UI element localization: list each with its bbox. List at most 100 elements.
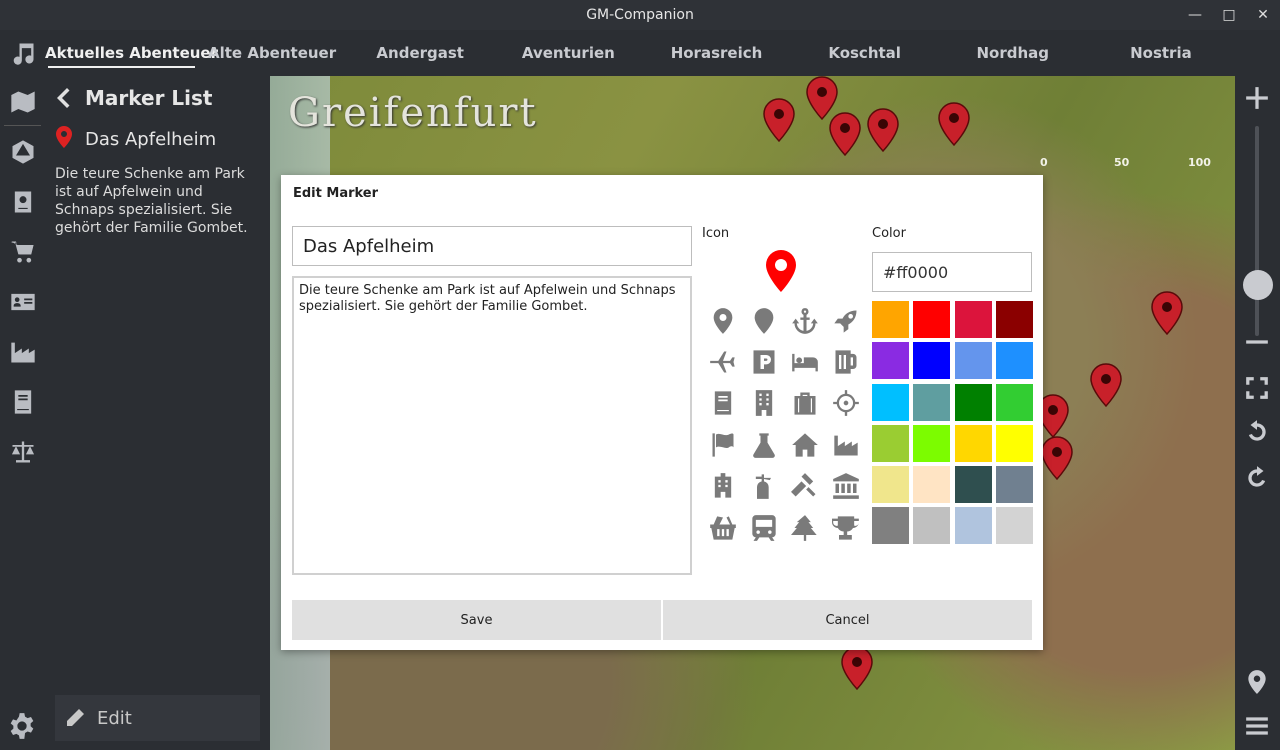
close-button[interactable]: ✕: [1246, 0, 1280, 30]
color-swatch[interactable]: [954, 301, 992, 338]
zoom-out-icon[interactable]: [1243, 328, 1271, 356]
id-card-icon[interactable]: [7, 286, 39, 318]
save-button[interactable]: Save: [292, 600, 661, 640]
book-icon[interactable]: [702, 383, 743, 424]
color-swatch[interactable]: [995, 466, 1033, 504]
tab-koschtal[interactable]: Koschtal: [791, 30, 939, 76]
tab-aventurien[interactable]: Aventurien: [494, 30, 642, 76]
tab-alte-abenteuer[interactable]: Alte Abenteuer: [198, 30, 346, 76]
color-swatch[interactable]: [872, 383, 909, 421]
color-swatch[interactable]: [954, 466, 992, 504]
color-swatch[interactable]: [913, 342, 951, 380]
flag-icon[interactable]: [702, 424, 743, 465]
university-icon[interactable]: [825, 466, 866, 507]
color-swatch[interactable]: [913, 301, 951, 338]
tab-andergast[interactable]: Andergast: [346, 30, 494, 76]
balance-icon[interactable]: [7, 436, 39, 468]
dice-icon[interactable]: [7, 136, 39, 168]
map-marker[interactable]: [1150, 291, 1184, 336]
flask-icon[interactable]: [743, 424, 784, 465]
color-swatch[interactable]: [913, 466, 951, 504]
color-swatch[interactable]: [954, 424, 992, 462]
color-swatch[interactable]: [872, 507, 909, 545]
industry-icon[interactable]: [825, 424, 866, 465]
color-swatch[interactable]: [954, 507, 992, 545]
color-swatch[interactable]: [995, 383, 1033, 421]
color-swatch[interactable]: [995, 424, 1033, 462]
tab-nostria[interactable]: Nostria: [1087, 30, 1235, 76]
back-arrow-icon[interactable]: [55, 84, 75, 112]
map-scale: 0 50 100: [1040, 156, 1211, 169]
scale-tick: 100: [1188, 156, 1211, 169]
cancel-button[interactable]: Cancel: [663, 600, 1032, 640]
map-marker[interactable]: [1089, 363, 1123, 408]
minimize-button[interactable]: —: [1178, 0, 1212, 30]
settings-gear-icon[interactable]: [8, 712, 36, 740]
map-marker-icon: [55, 126, 73, 152]
map-marker[interactable]: [1040, 436, 1074, 481]
marker-list-item[interactable]: Das Apfelheim: [55, 126, 216, 152]
marker-description-textarea[interactable]: Die teure Schenke am Park ist auf Apfelw…: [292, 276, 692, 575]
parking-icon[interactable]: [743, 341, 784, 382]
crosshairs-icon[interactable]: [825, 383, 866, 424]
map-marker[interactable]: [840, 646, 874, 691]
factory-icon[interactable]: [7, 336, 39, 368]
color-swatch[interactable]: [995, 342, 1033, 380]
book-icon[interactable]: [7, 386, 39, 418]
color-swatch[interactable]: [995, 507, 1033, 545]
tree-icon[interactable]: [784, 507, 825, 548]
tab-aktuelles-abenteuer[interactable]: Aktuelles Abenteuer: [45, 30, 218, 76]
gavel-icon[interactable]: [784, 466, 825, 507]
tab-horasreich[interactable]: Horasreich: [642, 30, 790, 76]
building-icon[interactable]: [743, 383, 784, 424]
edit-button[interactable]: Edit: [55, 695, 260, 741]
trophy-icon[interactable]: [825, 507, 866, 548]
rotate-left-icon[interactable]: [1243, 418, 1271, 446]
marker-icon[interactable]: [743, 300, 784, 341]
color-swatch[interactable]: [872, 424, 909, 462]
rotate-right-icon[interactable]: [1243, 464, 1271, 492]
zoom-slider-track[interactable]: [1255, 126, 1259, 336]
color-swatch[interactable]: [954, 383, 992, 421]
maximize-button[interactable]: □: [1212, 0, 1246, 30]
map-marker[interactable]: [828, 112, 862, 157]
menu-icon[interactable]: [1243, 712, 1271, 740]
marker-sidebar: Marker List Das Apfelheim Die teure Sche…: [45, 76, 270, 750]
color-swatch[interactable]: [872, 342, 909, 380]
color-swatch[interactable]: [872, 466, 909, 504]
character-icon[interactable]: [7, 186, 39, 218]
location-pin-icon[interactable]: [702, 300, 743, 341]
tab-nordhag[interactable]: Nordhag: [939, 30, 1087, 76]
icon-grid: [702, 300, 866, 548]
plane-icon[interactable]: [702, 341, 743, 382]
subway-icon[interactable]: [743, 507, 784, 548]
fit-screen-icon[interactable]: [1243, 374, 1271, 402]
shopping-basket-icon[interactable]: [702, 507, 743, 548]
map-marker[interactable]: [866, 108, 900, 153]
home-icon[interactable]: [784, 424, 825, 465]
tab-bar: Aktuelles Abenteuer Alte Abenteuer Ander…: [45, 30, 1235, 76]
color-swatch[interactable]: [872, 301, 909, 338]
hotel-icon[interactable]: [702, 466, 743, 507]
marker-tool-icon[interactable]: [1243, 668, 1271, 696]
map-marker[interactable]: [937, 102, 971, 147]
map-marker[interactable]: [762, 98, 796, 143]
shop-icon[interactable]: [7, 236, 39, 268]
zoom-slider-handle[interactable]: [1243, 270, 1273, 300]
color-swatch[interactable]: [954, 342, 992, 380]
color-swatch[interactable]: [913, 383, 951, 421]
color-hex-input[interactable]: [872, 252, 1032, 292]
suitcase-icon[interactable]: [784, 383, 825, 424]
color-swatch[interactable]: [913, 424, 951, 462]
color-swatch[interactable]: [995, 301, 1033, 338]
marker-name-input[interactable]: [292, 226, 692, 266]
anchor-icon[interactable]: [784, 300, 825, 341]
zoom-in-icon[interactable]: [1243, 84, 1271, 112]
fire-extinguisher-icon[interactable]: [743, 466, 784, 507]
music-icon[interactable]: [7, 38, 39, 70]
map-icon[interactable]: [7, 86, 39, 118]
bed-icon[interactable]: [784, 341, 825, 382]
rocket-icon[interactable]: [825, 300, 866, 341]
color-swatch[interactable]: [913, 507, 951, 545]
beer-mug-icon[interactable]: [825, 341, 866, 382]
